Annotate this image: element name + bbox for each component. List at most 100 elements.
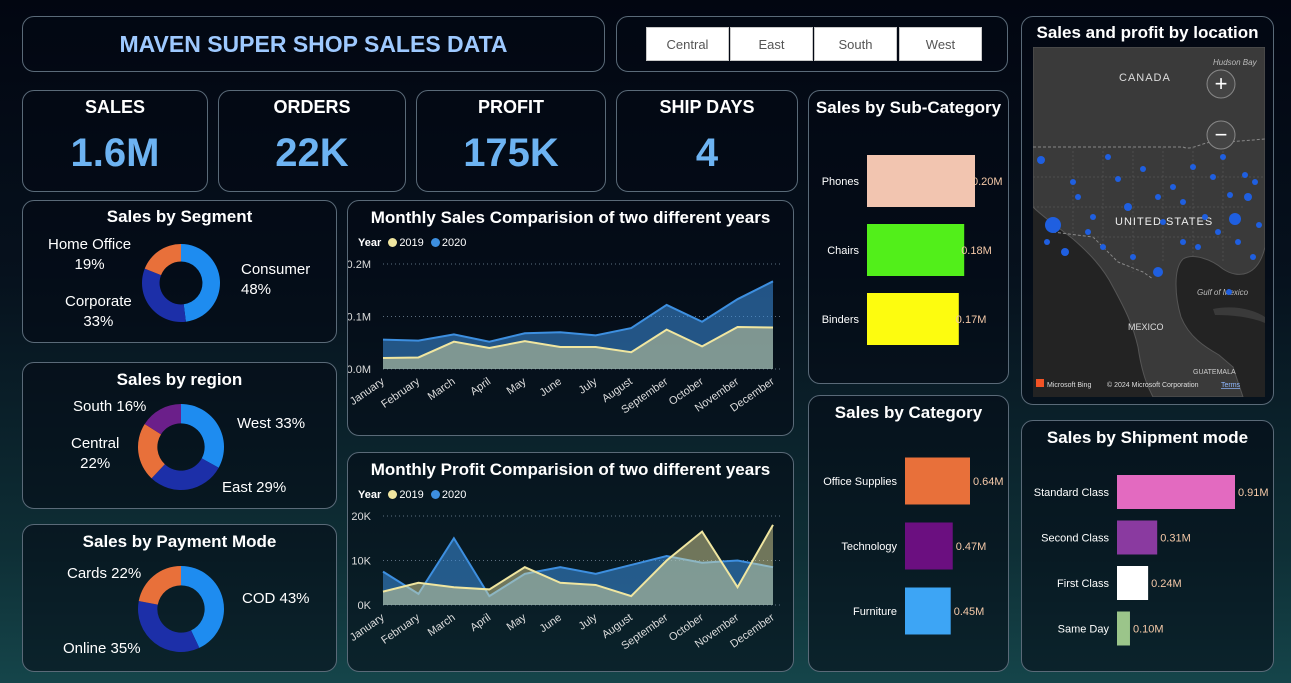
- map-bubble[interactable]: [1244, 193, 1252, 201]
- map-bubble[interactable]: [1105, 154, 1111, 160]
- payment-donut[interactable]: [137, 565, 225, 653]
- map-bubble[interactable]: [1044, 239, 1050, 245]
- map-bubble[interactable]: [1220, 154, 1226, 160]
- slicer-central[interactable]: Central: [646, 27, 729, 61]
- bar-office-supplies[interactable]: [905, 457, 970, 505]
- map-bubble[interactable]: [1070, 179, 1076, 185]
- slicer-west[interactable]: West: [899, 27, 982, 61]
- map-bubble[interactable]: [1037, 156, 1045, 164]
- donut-slice-cards[interactable]: [138, 566, 181, 605]
- map-bubble[interactable]: [1180, 239, 1186, 245]
- map-bubble[interactable]: [1252, 179, 1258, 185]
- slicer-east[interactable]: East: [730, 27, 813, 61]
- bar-standard-class[interactable]: [1117, 475, 1235, 509]
- map-bubble[interactable]: [1229, 213, 1241, 225]
- map-bubble[interactable]: [1180, 199, 1186, 205]
- map-label-hudson: Hudson Bay: [1213, 58, 1258, 67]
- shipment-bar-chart[interactable]: Standard Class 0.91M Second Class 0.31M Firs…: [1022, 461, 1273, 671]
- map-bubble[interactable]: [1045, 217, 1061, 233]
- legend-2020[interactable]: 2020: [442, 489, 466, 501]
- kpi-label: ORDERS: [273, 97, 351, 117]
- map-card: Sales and profit by location Hudson Bay …: [1021, 16, 1274, 405]
- bar-same-day[interactable]: [1117, 611, 1130, 646]
- x-tick-label: June: [538, 612, 564, 636]
- location-map[interactable]: Hudson Bay CANADA UNITED STATES Gulf of …: [1033, 47, 1265, 397]
- bar-binders[interactable]: [867, 293, 959, 345]
- map-bubble[interactable]: [1190, 164, 1196, 170]
- kpi-sales: SALES 1.6M: [22, 90, 208, 192]
- map-bubble[interactable]: [1226, 289, 1232, 295]
- dashboard-title: MAVEN SUPER SHOP SALES DATA: [119, 31, 508, 57]
- legend-2019[interactable]: 2019: [399, 237, 423, 249]
- legend-2020-dot: [430, 490, 440, 499]
- map-bubble[interactable]: [1075, 194, 1081, 200]
- y-tick-label: 0.2M: [348, 259, 371, 271]
- category-bar-chart[interactable]: Office Supplies 0.64M Technology 0.47M Furni…: [809, 430, 1008, 670]
- bar-value-label: 0.20M: [972, 176, 1003, 188]
- legend-2020-dot: [430, 238, 440, 247]
- map-bubble[interactable]: [1153, 267, 1163, 277]
- bar-furniture[interactable]: [905, 587, 951, 635]
- map-bubble[interactable]: [1115, 176, 1121, 182]
- segment-donut[interactable]: [141, 243, 221, 323]
- map-bubble[interactable]: [1215, 229, 1221, 235]
- map-bubble[interactable]: [1256, 222, 1262, 228]
- legend-2020[interactable]: 2020: [442, 237, 466, 249]
- donut-slice-west[interactable]: [181, 404, 224, 468]
- y-tick-label: 0K: [358, 600, 372, 612]
- bar-value-label: 0.47M: [956, 541, 987, 553]
- title-card: MAVEN SUPER SHOP SALES DATA: [22, 16, 605, 72]
- monthly-sales-card: Monthly Sales Comparision of two differe…: [347, 200, 794, 436]
- subcategory-bar-chart[interactable]: Phones 0.20M Chairs 0.18M Binders 0.17M: [809, 131, 1008, 381]
- bar-phones[interactable]: [867, 155, 975, 207]
- bar-second-class[interactable]: [1117, 520, 1158, 555]
- x-tick-label: April: [468, 612, 493, 634]
- bar-value-label: 0.18M: [961, 245, 992, 257]
- donut-slice-corporate[interactable]: [142, 268, 186, 322]
- x-tick-label: February: [379, 375, 422, 410]
- donut-slice-consumer[interactable]: [181, 244, 220, 322]
- donut-slice-home-office[interactable]: [144, 244, 181, 276]
- region-card: Sales by region South 16% West 33% Centr…: [22, 362, 337, 509]
- payment-title: Sales by Payment Mode: [82, 532, 277, 551]
- map-bubble[interactable]: [1100, 244, 1106, 250]
- region-donut[interactable]: [137, 403, 225, 491]
- map-bubble[interactable]: [1235, 239, 1241, 245]
- monthly-sales-title: Monthly Sales Comparision of two differe…: [370, 208, 771, 227]
- map-bubble[interactable]: [1090, 214, 1096, 220]
- map-bubble[interactable]: [1202, 214, 1208, 220]
- monthly-profit-legend: Year 2019 2020: [358, 489, 466, 501]
- map-bubble[interactable]: [1227, 192, 1233, 198]
- map-bubble[interactable]: [1210, 174, 1216, 180]
- map-bubble[interactable]: [1195, 244, 1201, 250]
- monthly-sales-chart[interactable]: 0.0M0.1M0.2MJanuaryFebruary March April May…: [348, 253, 793, 433]
- x-tick-label: May: [505, 611, 529, 633]
- bar-chairs[interactable]: [867, 224, 965, 276]
- map-bubble[interactable]: [1250, 254, 1256, 260]
- map-bubble[interactable]: [1242, 172, 1248, 178]
- map-bubble[interactable]: [1160, 219, 1166, 225]
- segment-label-line: 33%: [83, 313, 114, 330]
- kpi-orders: ORDERS 22K: [218, 90, 406, 192]
- map-label-mexico: MEXICO: [1128, 322, 1164, 332]
- map-bubble[interactable]: [1155, 194, 1161, 200]
- region-label-east: East 29%: [222, 479, 287, 496]
- bar-first-class[interactable]: [1117, 566, 1149, 600]
- slicer-south[interactable]: South: [814, 27, 897, 61]
- map-bubble[interactable]: [1170, 184, 1176, 190]
- monthly-sales-legend: Year 2019 2020: [358, 237, 466, 249]
- donut-slice-online[interactable]: [138, 600, 200, 652]
- x-tick-label: June: [538, 376, 564, 400]
- map-bubble[interactable]: [1085, 229, 1091, 235]
- map-bubble[interactable]: [1061, 248, 1069, 256]
- bar-category-label: First Class: [1057, 578, 1109, 590]
- legend-2019[interactable]: 2019: [399, 489, 423, 501]
- kpi-label: PROFIT: [478, 97, 544, 117]
- bar-technology[interactable]: [905, 522, 953, 570]
- map-bubble[interactable]: [1124, 203, 1132, 211]
- x-tick-label: July: [577, 375, 600, 396]
- monthly-profit-chart[interactable]: 0K10K20KJanuaryFebruary March April May June…: [348, 505, 793, 671]
- map-bubble[interactable]: [1130, 254, 1136, 260]
- segment-label-line: Home Office: [48, 236, 132, 253]
- map-bubble[interactable]: [1140, 166, 1146, 172]
